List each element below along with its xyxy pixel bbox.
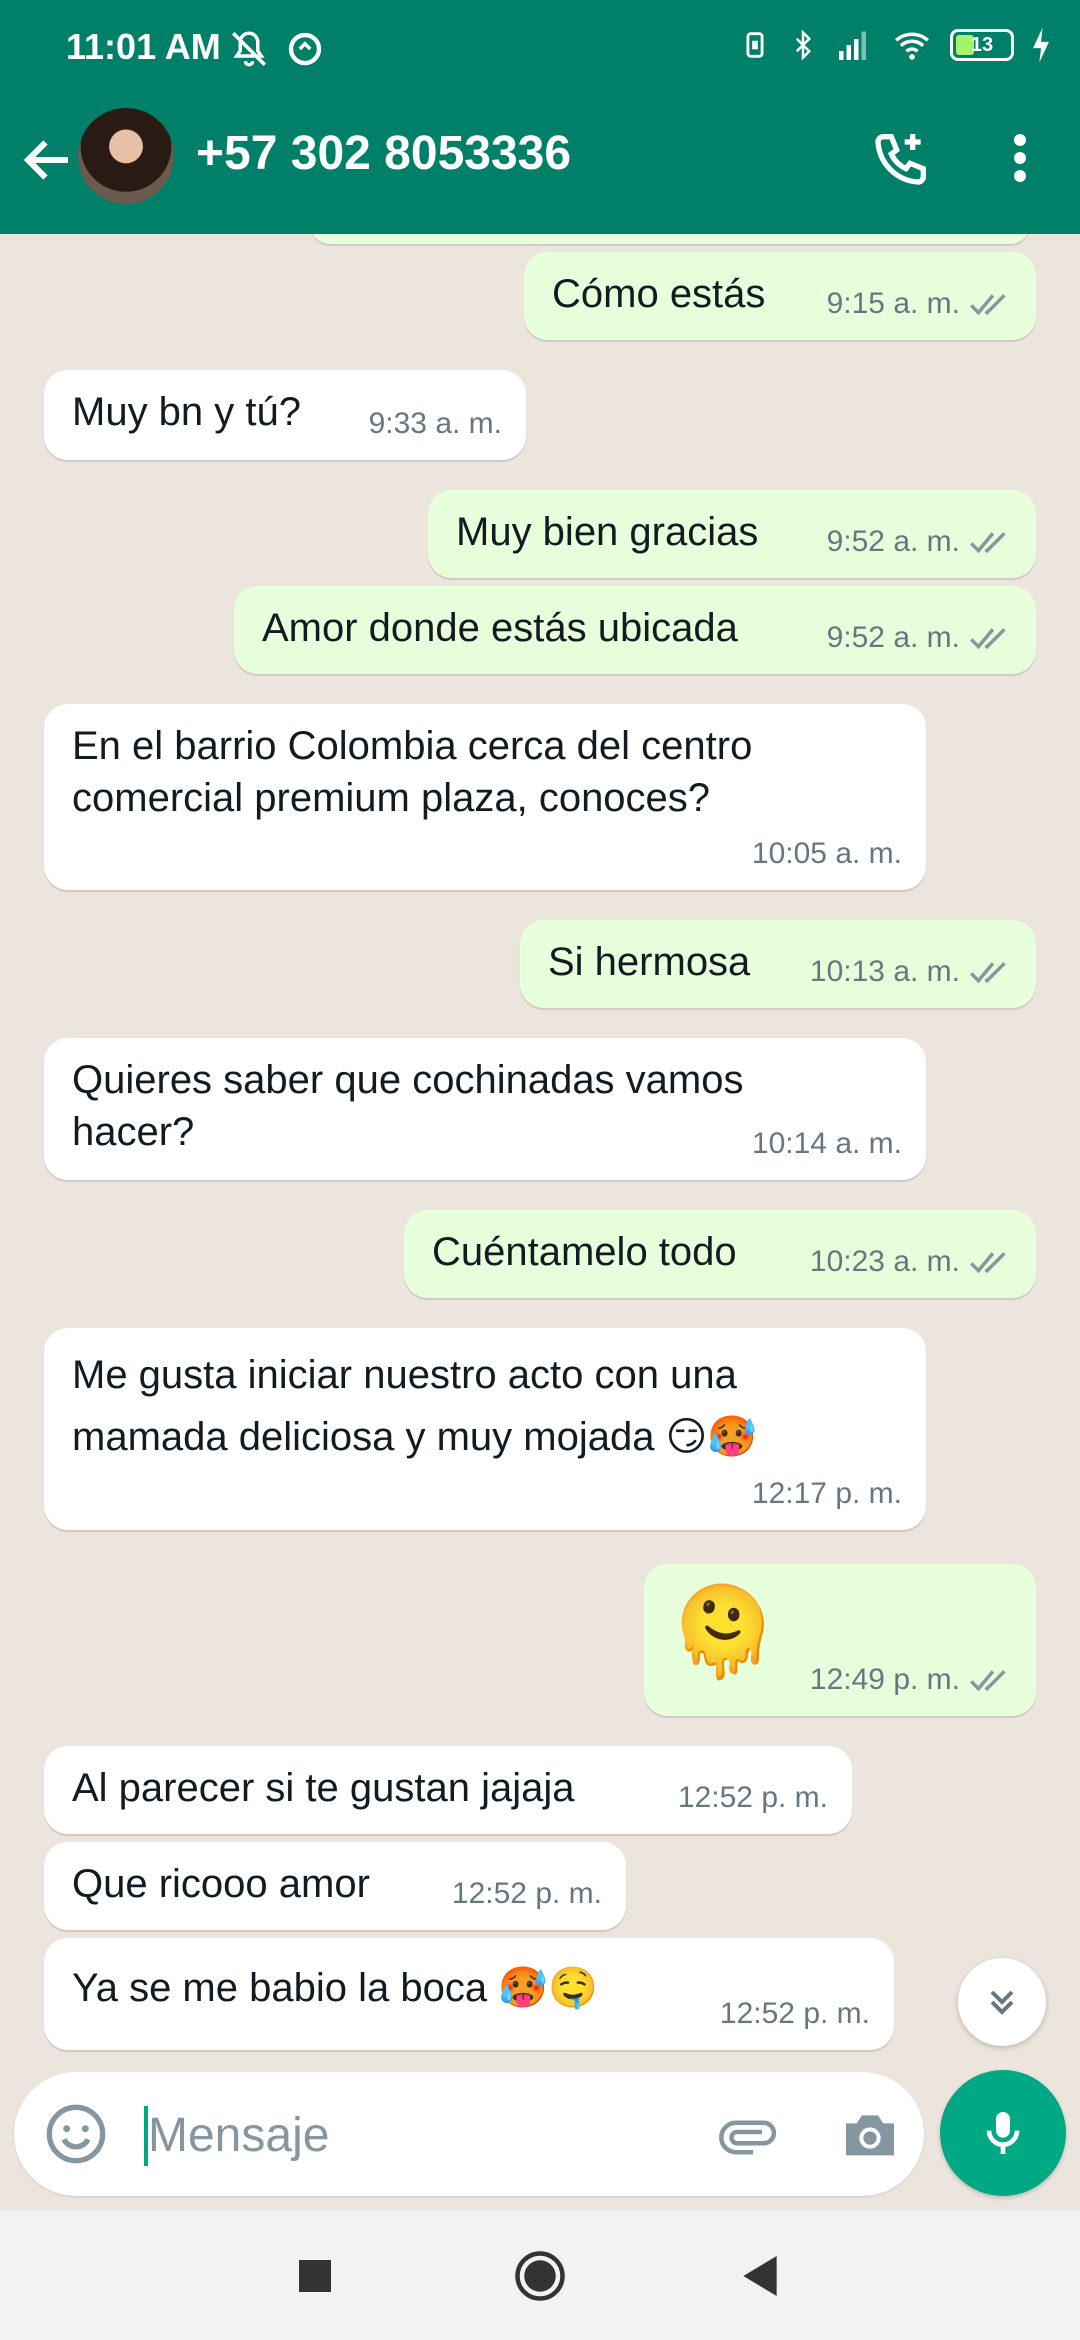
charging-icon (1033, 27, 1049, 63)
message-emoji: 🫠 (668, 1582, 778, 1681)
contact-name[interactable]: +57 302 8053336 (196, 126, 571, 181)
home-button[interactable] (510, 2246, 570, 2306)
mute-icon (232, 31, 266, 67)
double-chevron-down-icon (990, 1990, 1014, 2015)
message-text: Cómo estás (552, 272, 766, 316)
status-bar: 11:01 AM 13 (0, 0, 1080, 100)
back-arrow-icon[interactable] (18, 130, 78, 190)
message-bubble-out[interactable]: Muy bien gracias 9:52 a. m. (428, 490, 1036, 578)
circle-icon (515, 2251, 565, 2301)
bluetooth-icon (795, 29, 812, 61)
message-text: Muy bn y tú? (72, 390, 302, 434)
battery-level: 13 (970, 33, 994, 56)
status-left-icons (228, 28, 326, 70)
message-bubble-partial (310, 234, 1030, 244)
status-time: 11:01 AM (66, 26, 221, 67)
message-time: 12:49 p. m. (809, 1663, 960, 1696)
recents-button[interactable] (285, 2246, 345, 2306)
message-bubble-in[interactable]: Me gusta iniciar nuestro acto con una ma… (44, 1328, 926, 1530)
message-text: En el barrio Colombia cerca del centro c… (72, 724, 753, 820)
message-time: 10:13 a. m. (809, 955, 960, 988)
read-ticks-icon (969, 628, 1006, 650)
message-bubble-in[interactable]: Al parecer si te gustan jajaja 12:52 p. … (44, 1746, 852, 1834)
vibrate-icon (746, 32, 764, 58)
message-time: 10:23 a. m. (809, 1245, 960, 1278)
message-time: 10:05 a. m. (751, 837, 902, 870)
read-ticks-icon (969, 1252, 1006, 1274)
read-ticks-icon (969, 532, 1006, 554)
message-time: 9:52 a. m. (826, 621, 960, 654)
status-right-icons: 13 (738, 26, 1052, 64)
message-bubble-in[interactable]: Muy bn y tú? 9:33 a. m. (44, 370, 526, 460)
message-time: 12:17 p. m. (751, 1477, 902, 1510)
more-vert-icon[interactable] (1000, 128, 1040, 188)
message-text: Ya se me babio la boca 🥵🤤 (72, 1966, 598, 2010)
message-text: Quieres saber que cochinadas vamos hacer… (72, 1058, 744, 1154)
message-text: Me gusta iniciar nuestro acto con una ma… (72, 1353, 758, 1459)
message-bubble-in[interactable]: Quieres saber que cochinadas vamos hacer… (44, 1038, 926, 1180)
triangle-left-icon (743, 2256, 777, 2296)
contact-avatar[interactable] (78, 108, 174, 204)
message-list[interactable]: Cómo estás 9:15 a. m. Muy bn y tú? 9:33 … (0, 234, 1080, 2076)
message-bubble-out[interactable]: Cómo estás 9:15 a. m. (524, 252, 1036, 340)
battery-icon: 13 (950, 29, 1014, 61)
message-time: 12:52 p. m. (451, 1877, 602, 1910)
wifi-icon (895, 32, 929, 60)
data-saver-icon (288, 32, 322, 66)
camera-icon[interactable] (838, 2102, 902, 2166)
message-bubble-out[interactable]: Si hermosa 10:13 a. m. (520, 920, 1036, 1008)
message-bubble-out[interactable]: 🫠 12:49 p. m. (644, 1564, 1036, 1716)
system-nav-bar (0, 2210, 1080, 2340)
message-bubble-in[interactable]: Ya se me babio la boca 🥵🤤 12:52 p. m. (44, 1938, 894, 2050)
mic-button[interactable] (940, 2070, 1066, 2196)
read-ticks-icon (969, 962, 1006, 984)
mic-icon (986, 2112, 1020, 2154)
message-text: Muy bien gracias (456, 510, 759, 554)
message-text: Cuéntamelo todo (432, 1230, 737, 1274)
message-time: 9:15 a. m. (826, 287, 960, 320)
message-bubble-out[interactable]: Amor donde estás ubicada 9:52 a. m. (234, 586, 1036, 674)
back-button[interactable] (730, 2246, 790, 2306)
add-call-icon[interactable] (870, 126, 934, 190)
message-time: 12:52 p. m. (719, 1997, 870, 2030)
message-text: Amor donde estás ubicada (262, 606, 738, 650)
message-bubble-in[interactable]: Que ricooo amor 12:52 p. m. (44, 1842, 626, 1930)
chat-header: +57 302 8053336 (0, 100, 1080, 234)
signal-icon (839, 31, 866, 60)
message-time: 12:52 p. m. (677, 1781, 828, 1814)
message-text: Al parecer si te gustan jajaja (72, 1766, 575, 1810)
scroll-to-bottom-button[interactable] (958, 1958, 1046, 2046)
message-text: Si hermosa (548, 940, 751, 984)
message-composer[interactable]: Mensaje (14, 2072, 924, 2196)
read-ticks-icon (969, 1670, 1006, 1692)
message-time: 9:52 a. m. (826, 525, 960, 558)
square-icon (299, 2260, 331, 2292)
message-bubble-in[interactable]: En el barrio Colombia cerca del centro c… (44, 704, 926, 890)
emoji-icon[interactable] (44, 2102, 108, 2166)
read-ticks-icon (969, 294, 1006, 316)
message-time: 9:33 a. m. (368, 407, 502, 440)
message-time: 10:14 a. m. (751, 1127, 902, 1160)
message-input[interactable]: Mensaje (148, 2108, 329, 2163)
message-text: Que ricooo amor (72, 1862, 370, 1906)
message-bubble-out[interactable]: Cuéntamelo todo 10:23 a. m. (404, 1210, 1036, 1298)
attach-icon[interactable] (714, 2102, 778, 2166)
